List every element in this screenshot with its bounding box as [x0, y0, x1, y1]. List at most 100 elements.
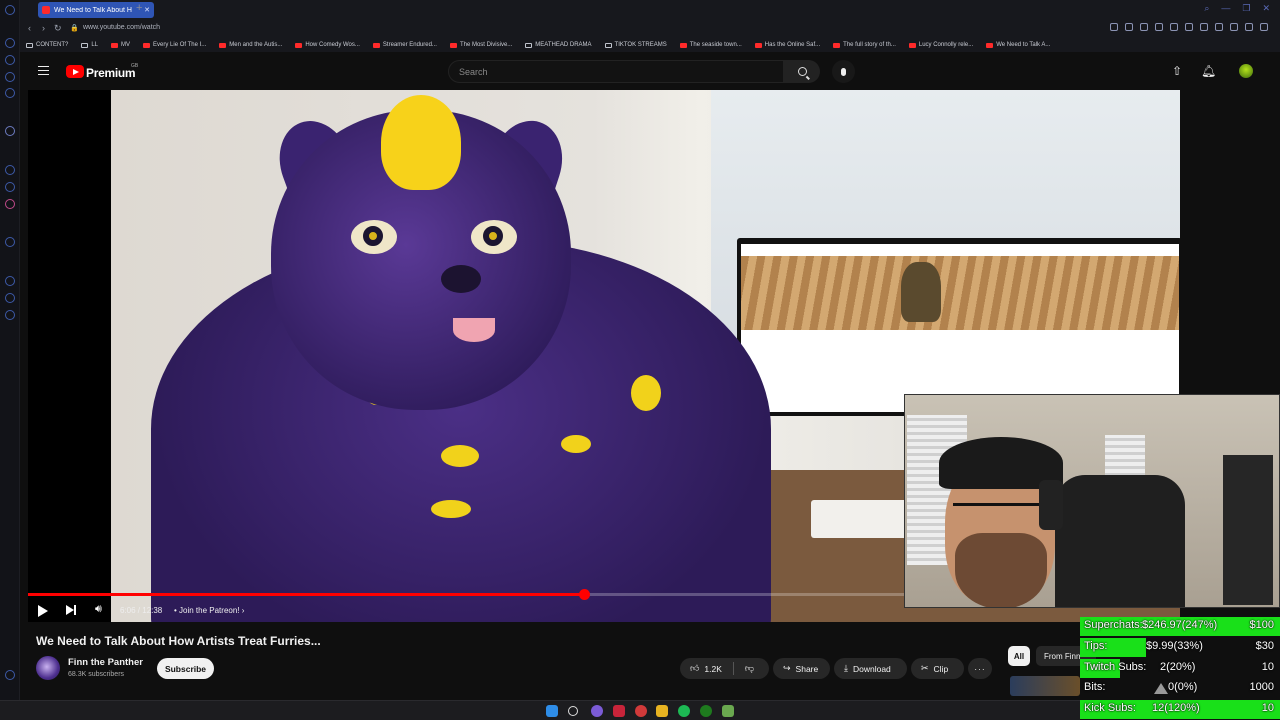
discord-app-icon[interactable] — [591, 705, 603, 717]
voice-search-button[interactable] — [832, 60, 855, 83]
bookmark-item[interactable]: The seaside town... — [679, 42, 742, 48]
bookmark-item[interactable]: TIKTOK STREAMS — [604, 42, 667, 48]
messenger-icon[interactable] — [5, 72, 15, 82]
aria-icon[interactable] — [5, 126, 15, 136]
sidebar-app-icon[interactable] — [5, 88, 15, 98]
clock-icon[interactable] — [5, 237, 15, 247]
more-actions-button[interactable]: ··· — [968, 658, 992, 679]
extension-icon[interactable] — [1170, 23, 1178, 31]
xbox-icon[interactable] — [700, 705, 712, 717]
opera-logo-icon[interactable] — [5, 5, 15, 15]
close-window-icon[interactable]: ✕ — [1262, 3, 1270, 14]
downloads-icon[interactable] — [5, 293, 15, 303]
channel-name[interactable]: Finn the Panther — [68, 657, 143, 668]
folder-icon — [26, 42, 33, 48]
bookmark-label: The Most Divisive... — [459, 42, 513, 48]
youtube-brand[interactable]: Premium — [86, 66, 136, 80]
bookmark-item[interactable]: MEATHEAD DRAMA — [525, 42, 592, 48]
discord-icon[interactable] — [5, 165, 15, 175]
bookmark-item[interactable]: Lucy Connolly rele... — [908, 42, 974, 48]
search-button[interactable] — [784, 60, 820, 83]
new-tab-icon[interactable]: + — [136, 2, 142, 14]
search-placeholder: Search — [459, 66, 488, 77]
close-tab-icon[interactable]: ✕ — [144, 6, 150, 14]
goal-value: 2(20%) — [1160, 660, 1196, 673]
next-icon[interactable] — [66, 605, 76, 615]
download-icon[interactable] — [1245, 23, 1253, 31]
sidebar-app-icon[interactable] — [5, 38, 15, 48]
url-field[interactable]: www.youtube.com/watch — [83, 24, 160, 31]
bookmark-item[interactable]: CONTENT? — [26, 42, 68, 48]
bookmark-item[interactable]: Men and the Autis... — [219, 42, 282, 48]
share-button[interactable]: ↪ Share — [773, 658, 830, 679]
bookmark-item[interactable]: MV — [111, 42, 130, 48]
account-avatar[interactable] — [1239, 64, 1253, 78]
channel-avatar[interactable] — [36, 656, 60, 680]
chapter-title[interactable]: • Join the Patreon! › — [174, 606, 244, 615]
youtube-logo-icon[interactable] — [66, 65, 84, 78]
reload-icon[interactable]: ↻ — [54, 23, 62, 34]
bookmark-item[interactable]: How Comedy Wos... — [295, 42, 360, 48]
search-tabs-icon[interactable]: ⌕ — [1204, 3, 1209, 14]
youtube-favicon-icon — [42, 6, 50, 14]
lock-icon[interactable]: 🔒 — [70, 24, 79, 32]
messenger-icon[interactable] — [5, 182, 15, 192]
divider — [732, 662, 734, 675]
settings-icon[interactable] — [5, 310, 15, 320]
bookmark-item[interactable]: Streamer Endured... — [372, 42, 437, 48]
search-icon[interactable] — [568, 706, 578, 716]
bookmark-item[interactable]: LL — [81, 42, 98, 48]
volume-icon[interactable]: 🔊︎ — [95, 603, 102, 616]
clip-button[interactable]: ✂ Clip — [911, 658, 964, 679]
webcam-overlay — [904, 394, 1280, 608]
goal-target: 1000 — [1249, 681, 1274, 694]
play-icon[interactable] — [1185, 23, 1193, 31]
like-icon[interactable]: 👍︎ — [690, 663, 699, 674]
download-button[interactable]: ⤓ Download — [834, 658, 907, 679]
upload-icon[interactable]: ⇧ — [1172, 64, 1182, 78]
sidebar-app-icon[interactable] — [5, 55, 15, 65]
youtube-favicon-icon — [754, 42, 762, 48]
history-icon[interactable] — [5, 276, 15, 286]
bookmark-label: Lucy Connolly rele... — [918, 42, 974, 48]
heart-icon[interactable] — [1200, 23, 1208, 31]
goal-row: Twitch Subs: 2(20%) 10 — [1080, 658, 1280, 679]
menu-icon[interactable] — [1260, 23, 1268, 31]
youtube-favicon-icon — [679, 42, 687, 48]
more-icon[interactable] — [5, 670, 15, 680]
video-monitor-screen — [741, 244, 1179, 412]
bookmark-item[interactable]: Every Lie Of The I... — [143, 42, 206, 48]
clip-label: Clip — [933, 663, 949, 674]
opera-app-icon[interactable] — [613, 705, 625, 717]
extension-icon[interactable] — [1230, 23, 1238, 31]
like-count[interactable]: 1.2K — [704, 664, 722, 674]
recommended-video-thumbnail[interactable] — [1010, 676, 1080, 696]
bookmark-item[interactable]: We Need to Talk A... — [986, 42, 1050, 48]
bookmark-label: MV — [121, 42, 131, 48]
minimize-icon[interactable]: — — [1221, 3, 1230, 14]
bookmark-item[interactable]: The full story of th... — [833, 42, 896, 48]
app-icon[interactable] — [722, 705, 734, 717]
zoom-icon[interactable] — [1110, 23, 1118, 31]
search-input[interactable]: Search — [448, 60, 784, 83]
extension-icon[interactable] — [1140, 23, 1148, 31]
dislike-icon[interactable]: 👎︎ — [745, 663, 754, 674]
bookmark-item[interactable]: Has the Online Saf... — [754, 42, 820, 48]
back-icon[interactable]: ‹ — [28, 23, 31, 33]
notifications-bell-icon[interactable]: 🔔︎ — [1201, 64, 1216, 78]
menu-icon[interactable] — [38, 66, 49, 75]
obs-app-icon[interactable] — [635, 705, 647, 717]
forward-icon[interactable]: › — [42, 23, 45, 33]
instagram-icon[interactable] — [5, 199, 15, 209]
maximize-icon[interactable]: ❐ — [1242, 3, 1250, 14]
extension-icon[interactable] — [1125, 23, 1133, 31]
extension-icon[interactable] — [1215, 23, 1223, 31]
shield-icon[interactable] — [1155, 23, 1163, 31]
file-explorer-icon[interactable] — [656, 705, 668, 717]
bookmark-item[interactable]: The Most Divisive... — [449, 42, 513, 48]
subscribe-button[interactable]: Subscribe — [157, 658, 214, 679]
chip-all[interactable]: All — [1008, 646, 1030, 666]
windows-start-icon[interactable] — [546, 705, 558, 717]
play-icon[interactable] — [38, 605, 48, 617]
spotify-icon[interactable] — [678, 705, 690, 717]
